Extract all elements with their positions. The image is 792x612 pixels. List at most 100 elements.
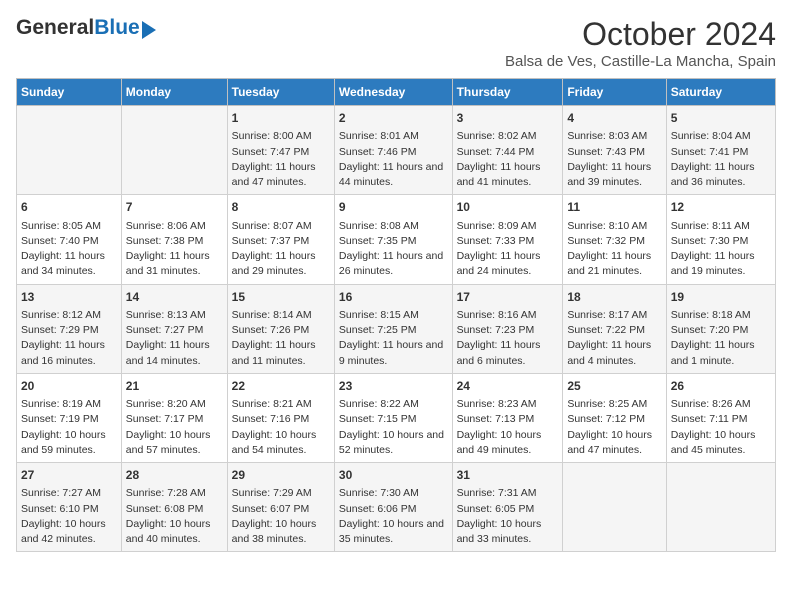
day-info-text: Sunrise: 8:15 AM	[339, 308, 448, 323]
day-number: 12	[671, 199, 771, 216]
day-info-text: Sunrise: 7:29 AM	[232, 486, 330, 501]
day-info-text: Sunset: 7:25 PM	[339, 323, 448, 338]
calendar-cell	[666, 463, 775, 552]
calendar-cell: 20Sunrise: 8:19 AMSunset: 7:19 PMDayligh…	[17, 373, 122, 462]
day-info-text: Daylight: 10 hours and 33 minutes.	[457, 517, 559, 547]
calendar-cell: 5Sunrise: 8:04 AMSunset: 7:41 PMDaylight…	[666, 106, 775, 195]
day-info-text: Sunset: 7:13 PM	[457, 412, 559, 427]
day-number: 6	[21, 199, 117, 216]
day-info-text: Daylight: 10 hours and 54 minutes.	[232, 428, 330, 458]
day-info-text: Sunrise: 8:06 AM	[126, 219, 223, 234]
day-info-text: Sunset: 7:47 PM	[232, 145, 330, 160]
day-number: 11	[567, 199, 661, 216]
day-info-text: Sunrise: 8:00 AM	[232, 129, 330, 144]
day-info-text: Sunset: 7:43 PM	[567, 145, 661, 160]
day-info-text: Daylight: 10 hours and 49 minutes.	[457, 428, 559, 458]
calendar-cell: 10Sunrise: 8:09 AMSunset: 7:33 PMDayligh…	[452, 195, 563, 284]
day-info-text: Daylight: 11 hours and 39 minutes.	[567, 160, 661, 190]
calendar-title: October 2024	[505, 16, 776, 53]
calendar-cell	[563, 463, 666, 552]
calendar-cell: 12Sunrise: 8:11 AMSunset: 7:30 PMDayligh…	[666, 195, 775, 284]
day-number: 20	[21, 378, 117, 395]
logo: GeneralBlue	[16, 16, 156, 40]
calendar-cell	[17, 106, 122, 195]
day-info-text: Sunrise: 7:27 AM	[21, 486, 117, 501]
day-info-text: Sunrise: 8:01 AM	[339, 129, 448, 144]
col-header-sunday: Sunday	[17, 79, 122, 106]
day-info-text: Daylight: 11 hours and 36 minutes.	[671, 160, 771, 190]
day-info-text: Daylight: 11 hours and 19 minutes.	[671, 249, 771, 279]
day-info-text: Sunset: 7:12 PM	[567, 412, 661, 427]
logo-general-text: General	[16, 16, 94, 39]
day-number: 2	[339, 110, 448, 127]
day-info-text: Sunset: 7:41 PM	[671, 145, 771, 160]
calendar-cell: 1Sunrise: 8:00 AMSunset: 7:47 PMDaylight…	[227, 106, 334, 195]
calendar-cell: 14Sunrise: 8:13 AMSunset: 7:27 PMDayligh…	[121, 284, 227, 373]
day-info-text: Sunset: 6:05 PM	[457, 502, 559, 517]
day-info-text: Sunrise: 8:21 AM	[232, 397, 330, 412]
day-info-text: Daylight: 11 hours and 4 minutes.	[567, 338, 661, 368]
calendar-week-row: 1Sunrise: 8:00 AMSunset: 7:47 PMDaylight…	[17, 106, 776, 195]
day-info-text: Daylight: 11 hours and 29 minutes.	[232, 249, 330, 279]
day-number: 26	[671, 378, 771, 395]
page-header: GeneralBlue October 2024 Balsa de Ves, C…	[16, 16, 776, 70]
day-info-text: Sunset: 7:11 PM	[671, 412, 771, 427]
day-info-text: Sunset: 7:30 PM	[671, 234, 771, 249]
day-info-text: Sunrise: 8:09 AM	[457, 219, 559, 234]
day-info-text: Daylight: 11 hours and 31 minutes.	[126, 249, 223, 279]
day-info-text: Sunset: 7:16 PM	[232, 412, 330, 427]
day-number: 24	[457, 378, 559, 395]
calendar-cell: 28Sunrise: 7:28 AMSunset: 6:08 PMDayligh…	[121, 463, 227, 552]
day-info-text: Sunrise: 7:31 AM	[457, 486, 559, 501]
day-info-text: Daylight: 10 hours and 45 minutes.	[671, 428, 771, 458]
calendar-table: SundayMondayTuesdayWednesdayThursdayFrid…	[16, 78, 776, 552]
day-info-text: Sunrise: 8:22 AM	[339, 397, 448, 412]
col-header-friday: Friday	[563, 79, 666, 106]
day-info-text: Sunset: 7:35 PM	[339, 234, 448, 249]
day-info-text: Sunrise: 8:25 AM	[567, 397, 661, 412]
day-info-text: Sunset: 7:17 PM	[126, 412, 223, 427]
day-info-text: Daylight: 11 hours and 11 minutes.	[232, 338, 330, 368]
col-header-wednesday: Wednesday	[334, 79, 452, 106]
calendar-cell: 18Sunrise: 8:17 AMSunset: 7:22 PMDayligh…	[563, 284, 666, 373]
day-number: 29	[232, 467, 330, 484]
day-info-text: Sunrise: 8:16 AM	[457, 308, 559, 323]
calendar-cell: 17Sunrise: 8:16 AMSunset: 7:23 PMDayligh…	[452, 284, 563, 373]
day-info-text: Daylight: 10 hours and 35 minutes.	[339, 517, 448, 547]
day-number: 22	[232, 378, 330, 395]
calendar-cell: 16Sunrise: 8:15 AMSunset: 7:25 PMDayligh…	[334, 284, 452, 373]
col-header-thursday: Thursday	[452, 79, 563, 106]
calendar-cell: 8Sunrise: 8:07 AMSunset: 7:37 PMDaylight…	[227, 195, 334, 284]
calendar-cell: 7Sunrise: 8:06 AMSunset: 7:38 PMDaylight…	[121, 195, 227, 284]
day-info-text: Daylight: 11 hours and 16 minutes.	[21, 338, 117, 368]
calendar-cell: 3Sunrise: 8:02 AMSunset: 7:44 PMDaylight…	[452, 106, 563, 195]
day-info-text: Daylight: 11 hours and 1 minute.	[671, 338, 771, 368]
calendar-header: SundayMondayTuesdayWednesdayThursdayFrid…	[17, 79, 776, 106]
day-info-text: Sunset: 6:06 PM	[339, 502, 448, 517]
day-info-text: Daylight: 10 hours and 42 minutes.	[21, 517, 117, 547]
day-info-text: Daylight: 11 hours and 14 minutes.	[126, 338, 223, 368]
day-info-text: Sunset: 7:22 PM	[567, 323, 661, 338]
day-number: 13	[21, 289, 117, 306]
day-info-text: Sunset: 6:08 PM	[126, 502, 223, 517]
calendar-cell: 23Sunrise: 8:22 AMSunset: 7:15 PMDayligh…	[334, 373, 452, 462]
day-info-text: Sunset: 7:23 PM	[457, 323, 559, 338]
day-info-text: Sunrise: 8:04 AM	[671, 129, 771, 144]
day-info-text: Daylight: 10 hours and 52 minutes.	[339, 428, 448, 458]
day-number: 15	[232, 289, 330, 306]
title-block: October 2024 Balsa de Ves, Castille-La M…	[505, 16, 776, 70]
day-number: 16	[339, 289, 448, 306]
day-info-text: Daylight: 11 hours and 44 minutes.	[339, 160, 448, 190]
calendar-cell: 13Sunrise: 8:12 AMSunset: 7:29 PMDayligh…	[17, 284, 122, 373]
calendar-cell: 9Sunrise: 8:08 AMSunset: 7:35 PMDaylight…	[334, 195, 452, 284]
day-info-text: Daylight: 11 hours and 34 minutes.	[21, 249, 117, 279]
calendar-cell: 30Sunrise: 7:30 AMSunset: 6:06 PMDayligh…	[334, 463, 452, 552]
day-info-text: Daylight: 10 hours and 40 minutes.	[126, 517, 223, 547]
day-number: 14	[126, 289, 223, 306]
calendar-cell: 2Sunrise: 8:01 AMSunset: 7:46 PMDaylight…	[334, 106, 452, 195]
day-info-text: Sunrise: 8:17 AM	[567, 308, 661, 323]
day-info-text: Sunrise: 8:19 AM	[21, 397, 117, 412]
calendar-cell: 24Sunrise: 8:23 AMSunset: 7:13 PMDayligh…	[452, 373, 563, 462]
day-info-text: Daylight: 10 hours and 47 minutes.	[567, 428, 661, 458]
day-info-text: Sunrise: 8:26 AM	[671, 397, 771, 412]
